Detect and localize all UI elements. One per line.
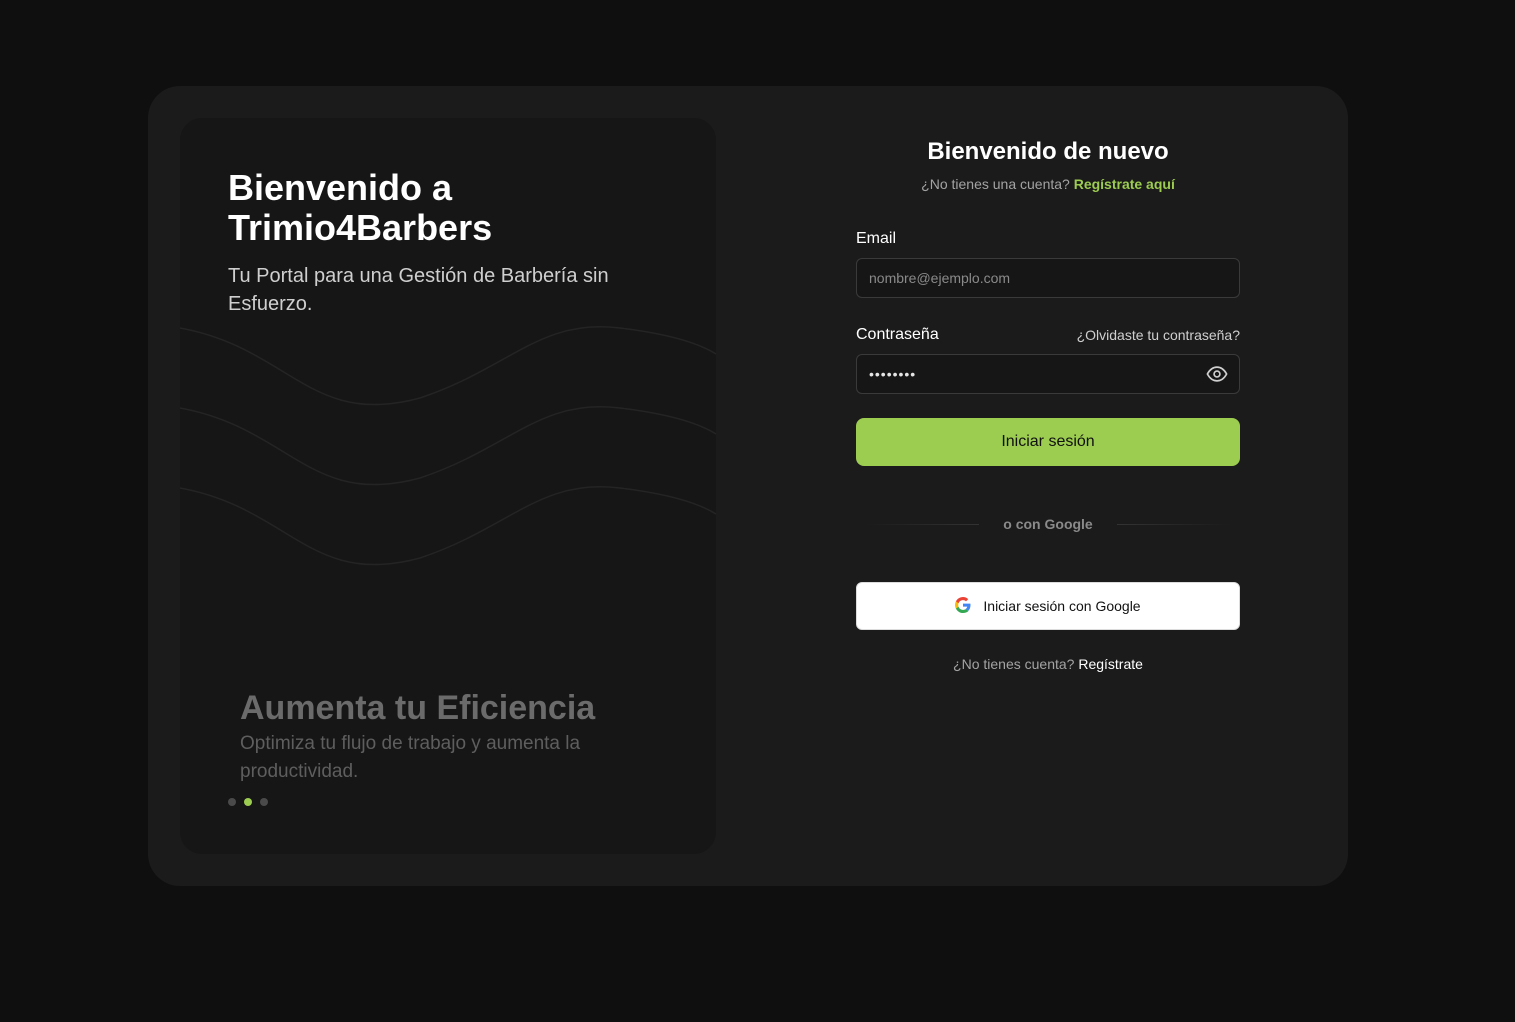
divider-line-right: [1116, 523, 1231, 525]
login-card: Bienvenido a Trimio4Barbers Tu Portal pa…: [148, 86, 1348, 886]
promo-subtitle: Tu Portal para una Gestión de Barbería s…: [228, 265, 609, 315]
divider: o con Google: [856, 514, 1240, 534]
bottom-register-link[interactable]: Regístrate: [1078, 656, 1143, 672]
google-login-button[interactable]: Iniciar sesión con Google: [856, 582, 1240, 630]
promo-title-line1: Bienvenido a: [228, 167, 453, 208]
password-label: Contraseña: [856, 326, 939, 343]
bottom-register-prompt: ¿No tienes cuenta? Regístrate: [856, 654, 1240, 674]
login-title: Bienvenido de nuevo: [927, 138, 1169, 165]
email-label: Email: [856, 230, 897, 247]
promo-panel: Bienvenido a Trimio4Barbers Tu Portal pa…: [180, 118, 716, 854]
login-form: Bienvenido de nuevo ¿No tienes una cuent…: [856, 86, 1240, 886]
slide-text: Optimiza tu flujo de trabajo y aumenta l…: [240, 733, 581, 782]
carousel-dot-2[interactable]: [244, 798, 252, 806]
divider-text: o con Google: [1003, 516, 1093, 532]
carousel-slide: Aumenta tu Eficiencia Optimiza tu flujo …: [240, 686, 660, 786]
register-prompt-text: ¿No tienes una cuenta?: [921, 176, 1070, 192]
carousel-dot-1[interactable]: [228, 798, 236, 806]
slide-title: Aumenta tu Eficiencia: [240, 689, 596, 727]
wave-decoration: [180, 326, 716, 566]
google-g-icon: [955, 596, 971, 616]
carousel-dots: [228, 798, 268, 806]
promo-title-line2: Trimio4Barbers: [228, 207, 493, 248]
password-field[interactable]: [856, 354, 1240, 394]
carousel-dot-3[interactable]: [260, 798, 268, 806]
login-button[interactable]: Iniciar sesión: [856, 418, 1240, 466]
register-prompt: ¿No tienes una cuenta? Regístrate aquí: [856, 174, 1240, 194]
forgot-password-link[interactable]: ¿Olvidaste tu contraseña?: [1077, 325, 1240, 345]
bottom-register-text: ¿No tienes cuenta?: [953, 656, 1075, 672]
promo-title: Bienvenido a Trimio4Barbers: [228, 168, 668, 248]
eye-icon[interactable]: [1206, 364, 1230, 384]
register-link[interactable]: Regístrate aquí: [1074, 176, 1175, 192]
divider-line-left: [866, 523, 980, 525]
email-field[interactable]: [856, 258, 1240, 298]
google-login-label: Iniciar sesión con Google: [983, 598, 1141, 614]
